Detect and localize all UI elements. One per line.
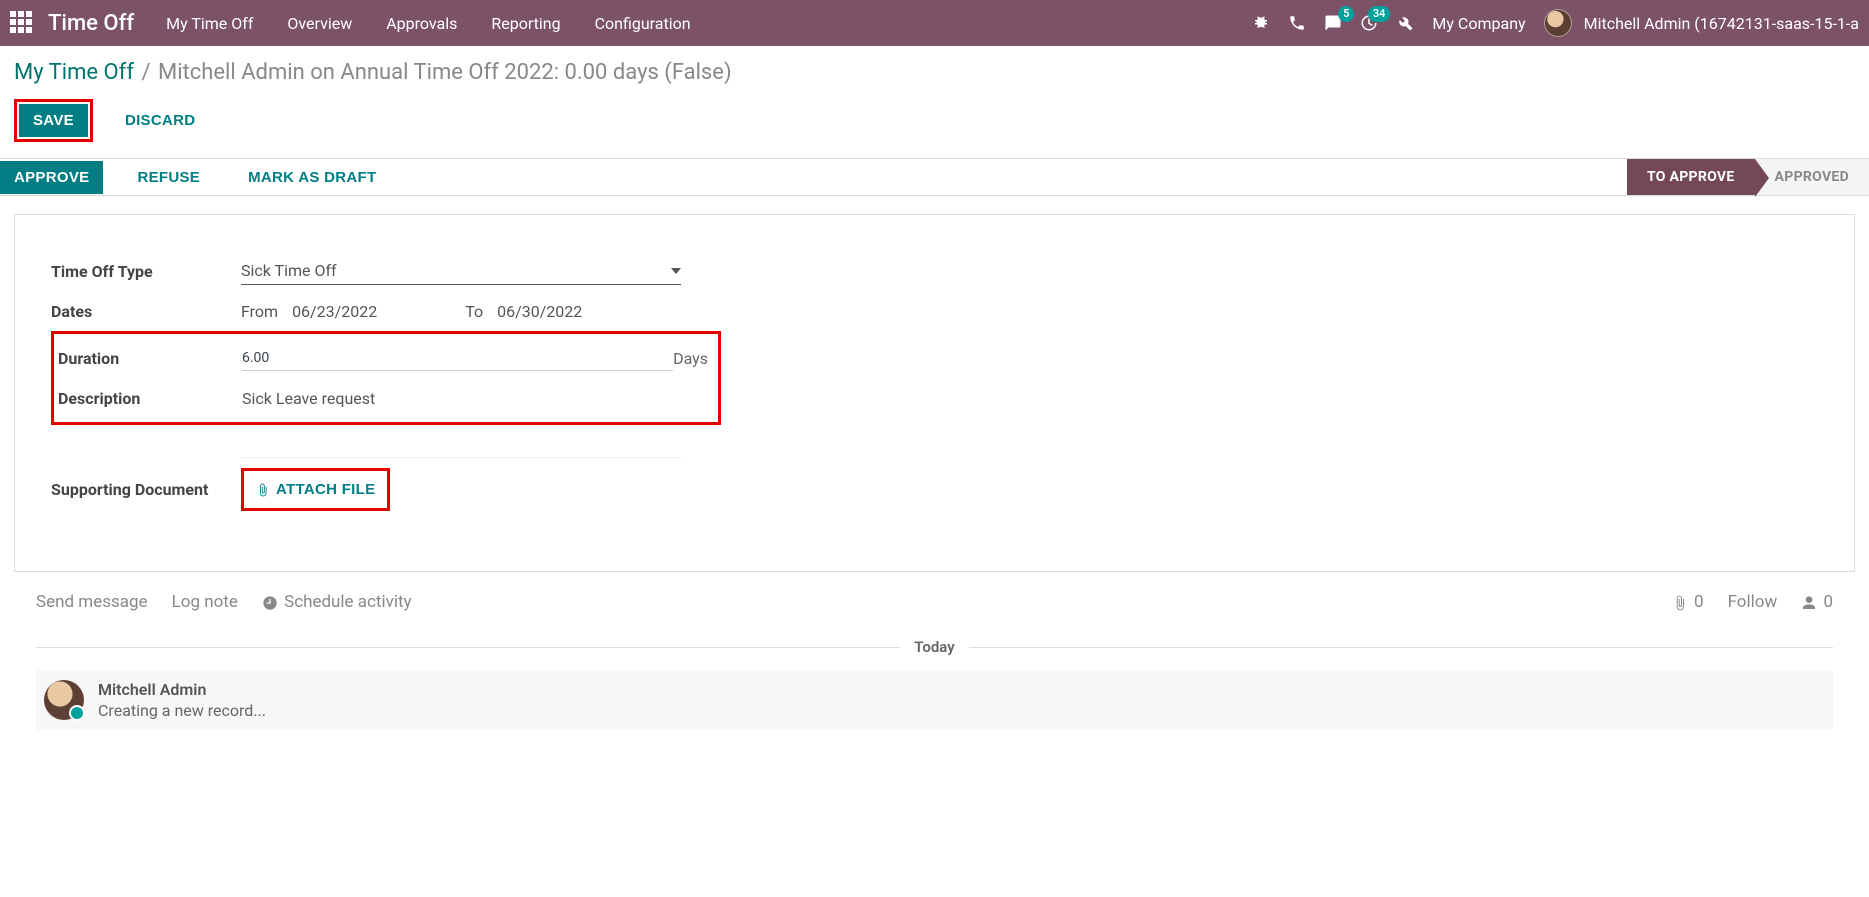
mark-draft-button[interactable]: MARK AS DRAFT	[234, 161, 390, 194]
type-value: Sick Time Off	[241, 261, 337, 280]
date-from[interactable]: 06/23/2022	[292, 302, 377, 321]
chatter-top: Send message Log note Schedule activity …	[36, 592, 1833, 612]
bug-icon[interactable]	[1252, 14, 1270, 32]
refuse-button[interactable]: REFUSE	[123, 161, 214, 194]
save-button[interactable]: SAVE	[19, 104, 88, 137]
message-author: Mitchell Admin	[98, 680, 266, 699]
nav-configuration[interactable]: Configuration	[595, 14, 691, 33]
messages-badge: 5	[1338, 6, 1354, 22]
highlight-save: SAVE	[14, 99, 93, 142]
label-type: Time Off Type	[51, 262, 241, 281]
message-avatar	[44, 680, 84, 720]
follower-count[interactable]: 0	[1801, 592, 1833, 612]
row-duration: Duration 6.00 Days	[58, 338, 714, 378]
activities-badge: 34	[1368, 6, 1391, 22]
action-row: SAVE DISCARD	[14, 99, 1855, 142]
today-label: Today	[900, 638, 968, 656]
app-brand[interactable]: Time Off	[48, 11, 134, 36]
person-icon	[1801, 592, 1819, 612]
status-steps: TO APPROVE APPROVED	[1627, 159, 1869, 195]
chatter-right: 0 Follow 0	[1672, 592, 1833, 612]
activities-icon[interactable]: 34	[1360, 14, 1378, 32]
company-selector[interactable]: My Company	[1432, 14, 1525, 33]
nav-links: My Time Off Overview Approvals Reporting…	[166, 14, 690, 33]
nav-reporting[interactable]: Reporting	[491, 14, 560, 33]
approve-button[interactable]: APPROVE	[0, 161, 103, 194]
nav-approvals[interactable]: Approvals	[386, 14, 457, 33]
breadcrumb-root[interactable]: My Time Off	[14, 60, 134, 85]
sheet-wrap: Time Off Type Sick Time Off Dates From 0…	[0, 196, 1869, 770]
follow-button[interactable]: Follow	[1728, 592, 1778, 612]
row-supporting: Supporting Document ATTACH FILE	[51, 468, 1818, 511]
statusbar: APPROVE REFUSE MARK AS DRAFT TO APPROVE …	[0, 158, 1869, 196]
nav-my-time-off[interactable]: My Time Off	[166, 14, 253, 33]
log-note[interactable]: Log note	[172, 592, 238, 612]
avatar	[1544, 9, 1572, 37]
user-menu[interactable]: Mitchell Admin (16742131-saas-15-1-a	[1544, 9, 1859, 37]
attach-file-button[interactable]: ATTACH FILE	[246, 473, 385, 506]
date-to[interactable]: 06/30/2022	[497, 302, 582, 321]
message-text: Creating a new record...	[98, 701, 266, 720]
label-to: To	[465, 302, 483, 321]
attach-file-label: ATTACH FILE	[276, 481, 375, 498]
breadcrumb-sep: /	[141, 60, 150, 85]
label-duration: Duration	[58, 349, 242, 368]
highlight-attach: ATTACH FILE	[241, 468, 390, 511]
highlight-duration-description: Duration 6.00 Days Description Sick Leav…	[51, 331, 721, 425]
schedule-activity[interactable]: Schedule activity	[262, 592, 412, 612]
paperclip-icon	[1672, 592, 1690, 612]
navbar: Time Off My Time Off Overview Approvals …	[0, 0, 1869, 46]
row-type: Time Off Type Sick Time Off	[51, 251, 1818, 291]
row-description: Description Sick Leave request	[58, 378, 714, 418]
today-divider: Today	[36, 638, 1833, 656]
caret-icon	[671, 268, 681, 274]
phone-icon[interactable]	[1288, 14, 1306, 32]
attachment-count[interactable]: 0	[1672, 592, 1704, 612]
send-message[interactable]: Send message	[36, 592, 148, 612]
header-area: My Time Off / Mitchell Admin on Annual T…	[0, 46, 1869, 148]
discard-button[interactable]: DISCARD	[111, 104, 209, 137]
duration-input[interactable]: 6.00	[242, 346, 673, 371]
apps-icon[interactable]	[10, 11, 34, 35]
user-name: Mitchell Admin (16742131-saas-15-1-a	[1584, 14, 1859, 33]
description-input[interactable]: Sick Leave request	[242, 389, 714, 408]
nav-right: 5 34 My Company Mitchell Admin (16742131…	[1252, 9, 1859, 37]
chatter: Send message Log note Schedule activity …	[14, 572, 1855, 770]
breadcrumb-current: Mitchell Admin on Annual Time Off 2022: …	[158, 60, 732, 85]
nav-overview[interactable]: Overview	[287, 14, 352, 33]
paperclip-icon	[256, 483, 270, 497]
label-days: Days	[673, 349, 714, 368]
messages-icon[interactable]: 5	[1324, 14, 1342, 32]
breadcrumb: My Time Off / Mitchell Admin on Annual T…	[14, 60, 1855, 85]
status-to-approve[interactable]: TO APPROVE	[1627, 159, 1755, 195]
label-supporting: Supporting Document	[51, 480, 241, 499]
clock-icon	[262, 592, 280, 612]
field-type[interactable]: Sick Time Off	[241, 257, 681, 285]
label-from: From	[241, 302, 278, 321]
status-approved[interactable]: APPROVED	[1755, 159, 1869, 195]
row-dates: Dates From 06/23/2022 To 06/30/2022	[51, 291, 1818, 331]
statusbar-left: APPROVE REFUSE MARK AS DRAFT	[0, 161, 390, 194]
message: Mitchell Admin Creating a new record...	[36, 670, 1833, 730]
label-description: Description	[58, 389, 242, 408]
form-sheet: Time Off Type Sick Time Off Dates From 0…	[14, 214, 1855, 572]
label-dates: Dates	[51, 302, 241, 321]
tools-icon[interactable]	[1396, 14, 1414, 32]
